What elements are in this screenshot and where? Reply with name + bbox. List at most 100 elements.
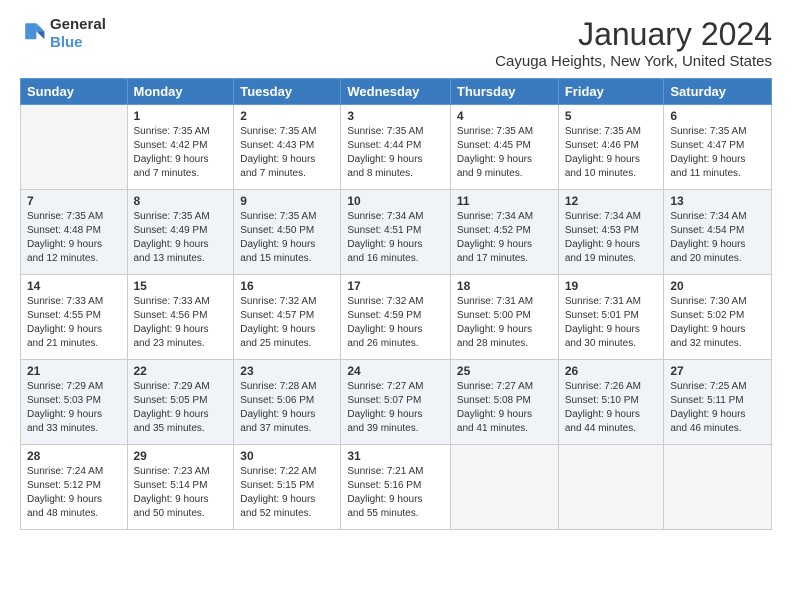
day-info: Sunrise: 7:28 AM Sunset: 5:06 PM Dayligh… xyxy=(240,380,334,436)
day-number: 2 xyxy=(240,109,334,123)
calendar-cell: 4Sunrise: 7:35 AM Sunset: 4:45 PM Daylig… xyxy=(450,105,558,190)
day-info: Sunrise: 7:25 AM Sunset: 5:11 PM Dayligh… xyxy=(670,380,765,436)
day-info: Sunrise: 7:31 AM Sunset: 5:00 PM Dayligh… xyxy=(457,295,552,351)
day-number: 11 xyxy=(457,194,552,208)
calendar-cell: 20 Sunrise: 7:30 AM Sunset: 5:02 PM Dayli… xyxy=(664,275,772,360)
calendar-cell xyxy=(558,445,664,530)
weekday-header-row: SundayMondayTuesdayWednesdayThursdayFrid… xyxy=(21,79,772,105)
day-info: Sunrise: 7:35 AM Sunset: 4:48 PM Dayligh… xyxy=(27,210,121,266)
calendar-cell: 15 Sunrise: 7:33 AM Sunset: 4:56 PM Dayli… xyxy=(127,275,234,360)
calendar-cell: 6 Sunrise: 7:35 AM Sunset: 4:47 PM Daylig… xyxy=(664,105,772,190)
calendar-cell: 17 Sunrise: 7:32 AM Sunset: 4:59 PM Dayli… xyxy=(341,275,451,360)
calendar-cell: 24 Sunrise: 7:27 AM Sunset: 5:07 PM Dayli… xyxy=(341,360,451,445)
day-number: 6 xyxy=(670,109,765,123)
subtitle: Cayuga Heights, New York, United States xyxy=(495,53,772,70)
calendar-cell: 31 Sunrise: 7:21 AM Sunset: 5:16 PM Dayli… xyxy=(341,445,451,530)
day-number: 14 xyxy=(27,279,121,293)
day-number: 25 xyxy=(457,364,552,378)
day-info: Sunrise: 7:24 AM Sunset: 5:12 PM Dayligh… xyxy=(27,465,121,521)
day-number: 19 xyxy=(565,279,658,293)
day-info: Sunrise: 7:33 AM Sunset: 4:56 PM Dayligh… xyxy=(134,295,228,351)
calendar-cell: 23 Sunrise: 7:28 AM Sunset: 5:06 PM Dayli… xyxy=(234,360,341,445)
day-info: Sunrise: 7:35 AM Sunset: 4:46 PM Dayligh… xyxy=(565,125,658,181)
weekday-header-wednesday: Wednesday xyxy=(341,79,451,105)
main-title: January 2024 xyxy=(495,16,772,53)
calendar-cell: 10 Sunrise: 7:34 AM Sunset: 4:51 PM Dayli… xyxy=(341,190,451,275)
day-number: 20 xyxy=(670,279,765,293)
logo: General Blue xyxy=(20,16,106,52)
calendar-cell: 26 Sunrise: 7:26 AM Sunset: 5:10 PM Dayli… xyxy=(558,360,664,445)
week-row-4: 21 Sunrise: 7:29 AM Sunset: 5:03 PM Dayli… xyxy=(21,360,772,445)
day-info: Sunrise: 7:34 AM Sunset: 4:54 PM Dayligh… xyxy=(670,210,765,266)
day-info: Sunrise: 7:35 AM Sunset: 4:49 PM Dayligh… xyxy=(134,210,228,266)
weekday-header-tuesday: Tuesday xyxy=(234,79,341,105)
calendar-cell: 12 Sunrise: 7:34 AM Sunset: 4:53 PM Dayli… xyxy=(558,190,664,275)
day-number: 30 xyxy=(240,449,334,463)
header: General Blue January 2024 Cayuga Heights… xyxy=(20,16,772,70)
week-row-3: 14 Sunrise: 7:33 AM Sunset: 4:55 PM Dayli… xyxy=(21,275,772,360)
day-info: Sunrise: 7:29 AM Sunset: 5:05 PM Dayligh… xyxy=(134,380,228,436)
day-number: 7 xyxy=(27,194,121,208)
day-number: 21 xyxy=(27,364,121,378)
day-info: Sunrise: 7:21 AM Sunset: 5:16 PM Dayligh… xyxy=(347,465,444,521)
day-info: Sunrise: 7:35 AM Sunset: 4:44 PM Dayligh… xyxy=(347,125,444,181)
day-info: Sunrise: 7:32 AM Sunset: 4:59 PM Dayligh… xyxy=(347,295,444,351)
calendar-cell: 3Sunrise: 7:35 AM Sunset: 4:44 PM Daylig… xyxy=(341,105,451,190)
calendar-cell: 27 Sunrise: 7:25 AM Sunset: 5:11 PM Dayli… xyxy=(664,360,772,445)
day-info: Sunrise: 7:35 AM Sunset: 4:47 PM Dayligh… xyxy=(670,125,765,181)
calendar-cell: 16Sunrise: 7:32 AM Sunset: 4:57 PM Dayli… xyxy=(234,275,341,360)
day-number: 10 xyxy=(347,194,444,208)
calendar-table: SundayMondayTuesdayWednesdayThursdayFrid… xyxy=(20,78,772,530)
day-number: 13 xyxy=(670,194,765,208)
day-number: 24 xyxy=(347,364,444,378)
week-row-2: 7 Sunrise: 7:35 AM Sunset: 4:48 PM Daylig… xyxy=(21,190,772,275)
day-number: 12 xyxy=(565,194,658,208)
calendar-cell: 11 Sunrise: 7:34 AM Sunset: 4:52 PM Dayli… xyxy=(450,190,558,275)
day-info: Sunrise: 7:35 AM Sunset: 4:50 PM Dayligh… xyxy=(240,210,334,266)
calendar-cell: 28Sunrise: 7:24 AM Sunset: 5:12 PM Dayli… xyxy=(21,445,128,530)
calendar-cell xyxy=(664,445,772,530)
day-number: 26 xyxy=(565,364,658,378)
day-number: 27 xyxy=(670,364,765,378)
calendar-cell: 1Sunrise: 7:35 AM Sunset: 4:42 PM Daylig… xyxy=(127,105,234,190)
day-number: 16 xyxy=(240,279,334,293)
day-info: Sunrise: 7:29 AM Sunset: 5:03 PM Dayligh… xyxy=(27,380,121,436)
day-info: Sunrise: 7:30 AM Sunset: 5:02 PM Dayligh… xyxy=(670,295,765,351)
day-number: 15 xyxy=(134,279,228,293)
weekday-header-monday: Monday xyxy=(127,79,234,105)
day-info: Sunrise: 7:34 AM Sunset: 4:53 PM Dayligh… xyxy=(565,210,658,266)
calendar-cell: 5 Sunrise: 7:35 AM Sunset: 4:46 PM Daylig… xyxy=(558,105,664,190)
day-number: 17 xyxy=(347,279,444,293)
weekday-header-thursday: Thursday xyxy=(450,79,558,105)
day-info: Sunrise: 7:35 AM Sunset: 4:45 PM Dayligh… xyxy=(457,125,552,181)
calendar-cell: 14 Sunrise: 7:33 AM Sunset: 4:55 PM Dayli… xyxy=(21,275,128,360)
weekday-header-sunday: Sunday xyxy=(21,79,128,105)
day-info: Sunrise: 7:22 AM Sunset: 5:15 PM Dayligh… xyxy=(240,465,334,521)
calendar-cell: 19Sunrise: 7:31 AM Sunset: 5:01 PM Dayli… xyxy=(558,275,664,360)
day-number: 18 xyxy=(457,279,552,293)
page: General Blue January 2024 Cayuga Heights… xyxy=(0,0,792,540)
calendar-cell: 18 Sunrise: 7:31 AM Sunset: 5:00 PM Dayli… xyxy=(450,275,558,360)
day-number: 31 xyxy=(347,449,444,463)
calendar-cell: 13 Sunrise: 7:34 AM Sunset: 4:54 PM Dayli… xyxy=(664,190,772,275)
day-number: 29 xyxy=(134,449,228,463)
calendar-cell: 8 Sunrise: 7:35 AM Sunset: 4:49 PM Daylig… xyxy=(127,190,234,275)
calendar-cell: 9Sunrise: 7:35 AM Sunset: 4:50 PM Daylig… xyxy=(234,190,341,275)
day-number: 23 xyxy=(240,364,334,378)
calendar-cell: 2 Sunrise: 7:35 AM Sunset: 4:43 PM Daylig… xyxy=(234,105,341,190)
day-number: 8 xyxy=(134,194,228,208)
weekday-header-saturday: Saturday xyxy=(664,79,772,105)
day-info: Sunrise: 7:34 AM Sunset: 4:51 PM Dayligh… xyxy=(347,210,444,266)
week-row-1: 1Sunrise: 7:35 AM Sunset: 4:42 PM Daylig… xyxy=(21,105,772,190)
day-info: Sunrise: 7:26 AM Sunset: 5:10 PM Dayligh… xyxy=(565,380,658,436)
day-number: 5 xyxy=(565,109,658,123)
calendar-cell: 7 Sunrise: 7:35 AM Sunset: 4:48 PM Daylig… xyxy=(21,190,128,275)
calendar-cell: 22Sunrise: 7:29 AM Sunset: 5:05 PM Dayli… xyxy=(127,360,234,445)
day-info: Sunrise: 7:27 AM Sunset: 5:07 PM Dayligh… xyxy=(347,380,444,436)
day-info: Sunrise: 7:27 AM Sunset: 5:08 PM Dayligh… xyxy=(457,380,552,436)
day-info: Sunrise: 7:33 AM Sunset: 4:55 PM Dayligh… xyxy=(27,295,121,351)
day-info: Sunrise: 7:34 AM Sunset: 4:52 PM Dayligh… xyxy=(457,210,552,266)
day-info: Sunrise: 7:23 AM Sunset: 5:14 PM Dayligh… xyxy=(134,465,228,521)
calendar-cell: 25 Sunrise: 7:27 AM Sunset: 5:08 PM Dayli… xyxy=(450,360,558,445)
day-info: Sunrise: 7:35 AM Sunset: 4:43 PM Dayligh… xyxy=(240,125,334,181)
